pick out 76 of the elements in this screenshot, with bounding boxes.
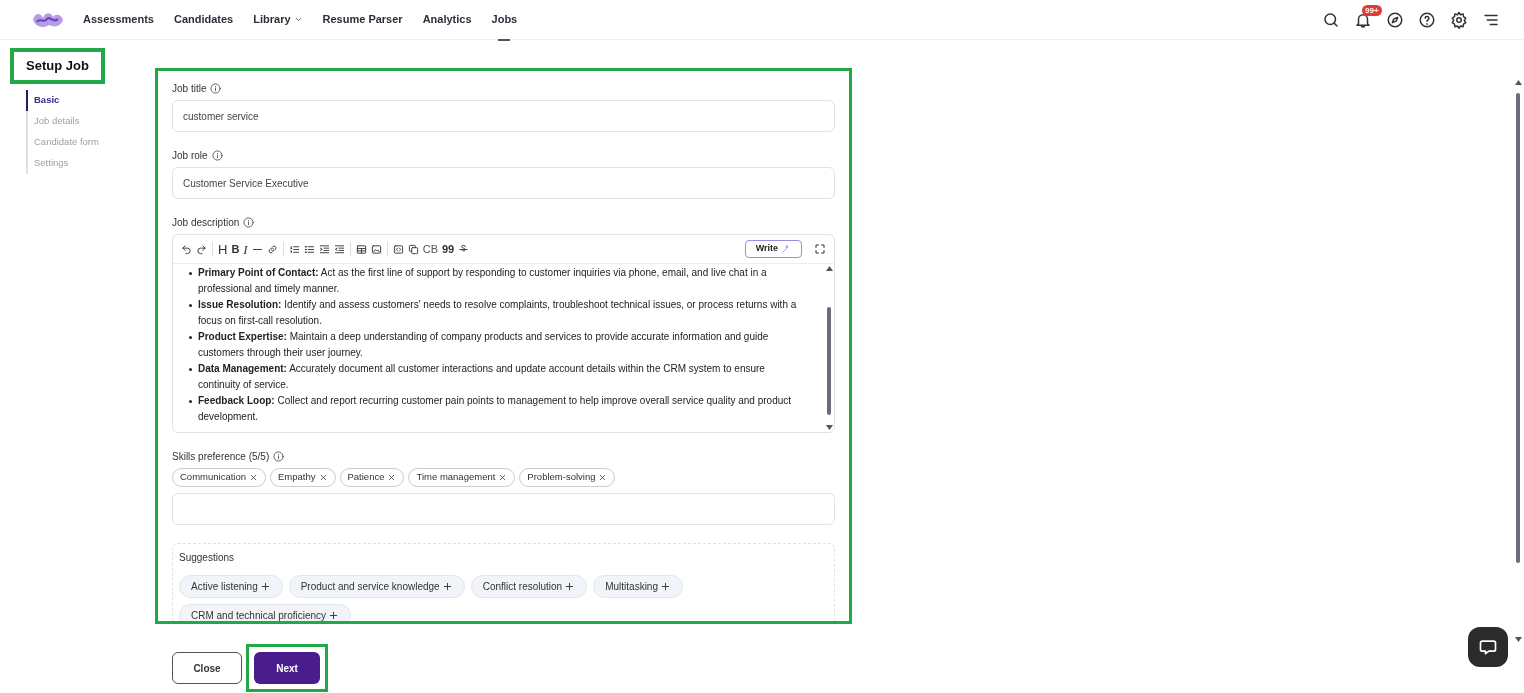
wand-icon [781, 244, 791, 254]
page-scrollbar[interactable] [1514, 80, 1522, 642]
step-link[interactable]: Basic [26, 89, 155, 111]
close-icon[interactable] [249, 473, 258, 482]
close-icon[interactable] [318, 473, 328, 482]
heading-button[interactable]: H [218, 242, 228, 256]
code-icon[interactable] [392, 243, 404, 255]
strikethrough-icon[interactable] [458, 243, 470, 255]
suggestion-chip[interactable]: Product and service knowledge [288, 575, 465, 598]
bullet-text: Data Management: Accurately document all customer interactions and update account details within the CRM system to ensure continuity of service. [198, 362, 766, 392]
close-button[interactable]: Close [172, 652, 242, 684]
close-icon[interactable] [498, 473, 508, 482]
suggestion-chip[interactable]: Multitasking [593, 575, 683, 598]
rich-text-editor[interactable] [172, 234, 835, 433]
bullet-list-icon[interactable] [303, 243, 315, 255]
scrollbar[interactable] [824, 264, 834, 432]
bullet-text: Issue Resolution: Identify and assess customers' needs to resolve complaints, troubleshoot technical issues, or process returns with a focus on first-call resolution. [198, 298, 798, 328]
undo-icon[interactable] [181, 243, 192, 255]
bullet-text: Product Expertise: Maintain a deep understanding of company products and services to provide accurate information and guide customers through their user journey. [198, 330, 770, 360]
settings-icon[interactable] [1450, 10, 1468, 29]
redo-icon[interactable] [196, 243, 207, 255]
scroll-up-icon[interactable] [1514, 80, 1522, 85]
code-block-button[interactable]: CB [422, 243, 438, 255]
field-label: Skills preference (5/5) [172, 450, 270, 464]
image-icon[interactable] [370, 243, 382, 255]
help-icon[interactable] [1418, 10, 1436, 29]
nav-tab[interactable]: Assessments [83, 0, 154, 39]
chat-button[interactable] [1468, 627, 1508, 667]
info-icon [243, 217, 255, 228]
scroll-down-icon[interactable] [1514, 637, 1522, 642]
fullscreen-icon[interactable] [814, 243, 826, 255]
plus-icon [660, 581, 671, 592]
bold-button[interactable]: B [231, 243, 240, 255]
page-title: Setup Job [10, 48, 105, 84]
field-label: Job title [172, 82, 207, 96]
nav-tab[interactable]: Analytics [422, 0, 472, 39]
field-label: Job description [172, 216, 240, 230]
nav-tab[interactable]: Jobs [491, 0, 518, 39]
bullet-text: Primary Point of Contact: Act as the first line of support by responding to customer inquiries via phone, email, and live chat in a professional and timely manner. [198, 266, 768, 296]
info-icon [210, 83, 222, 94]
copy-icon[interactable] [407, 243, 419, 255]
chat-bubble-icon [1478, 637, 1498, 657]
next-button[interactable]: Next [254, 652, 320, 684]
scroll-up-icon[interactable] [825, 266, 833, 271]
suggestion-chip[interactable]: Conflict resolution [470, 575, 588, 598]
nav-tab[interactable]: Candidates [173, 0, 234, 39]
outdent-icon[interactable] [333, 243, 345, 255]
compass-icon[interactable] [1386, 10, 1404, 29]
info-icon [211, 150, 223, 161]
skill-input-field[interactable] [172, 493, 835, 525]
field-label: Job role [172, 149, 208, 163]
table-icon[interactable] [355, 243, 367, 255]
section-title: Suggestions [179, 551, 236, 565]
text-field[interactable]: Customer Service Executive [172, 167, 835, 199]
plus-icon [564, 581, 576, 592]
suggestion-chip[interactable]: CRM and technical proficiency [179, 604, 352, 621]
info-icon [273, 451, 285, 462]
suggestion-chip[interactable]: Active listening [179, 575, 283, 598]
close-icon[interactable] [387, 473, 397, 482]
plus-icon [441, 581, 453, 592]
nav-tab[interactable]: Library [253, 0, 303, 39]
numbered-list-icon[interactable] [288, 243, 300, 255]
plus-icon [259, 581, 271, 592]
link-icon[interactable] [266, 243, 278, 255]
plus-icon [328, 610, 340, 621]
nav-tab[interactable]: Resume Parser [322, 0, 403, 39]
quote-button[interactable]: 99 [441, 243, 455, 255]
indent-icon[interactable] [318, 243, 330, 255]
bullet-text: Feedback Loop: Collect and report recurring customer pain points to management to help improve overall service quality and product development. [198, 394, 793, 424]
scroll-down-icon[interactable] [825, 425, 833, 430]
search-icon[interactable] [1322, 10, 1340, 29]
write-button[interactable]: Write [744, 240, 802, 258]
notification-badge: 99+ [1362, 4, 1382, 16]
text-field[interactable]: customer service [172, 100, 835, 132]
close-icon[interactable] [598, 473, 608, 482]
italic-button[interactable]: I [243, 242, 248, 256]
